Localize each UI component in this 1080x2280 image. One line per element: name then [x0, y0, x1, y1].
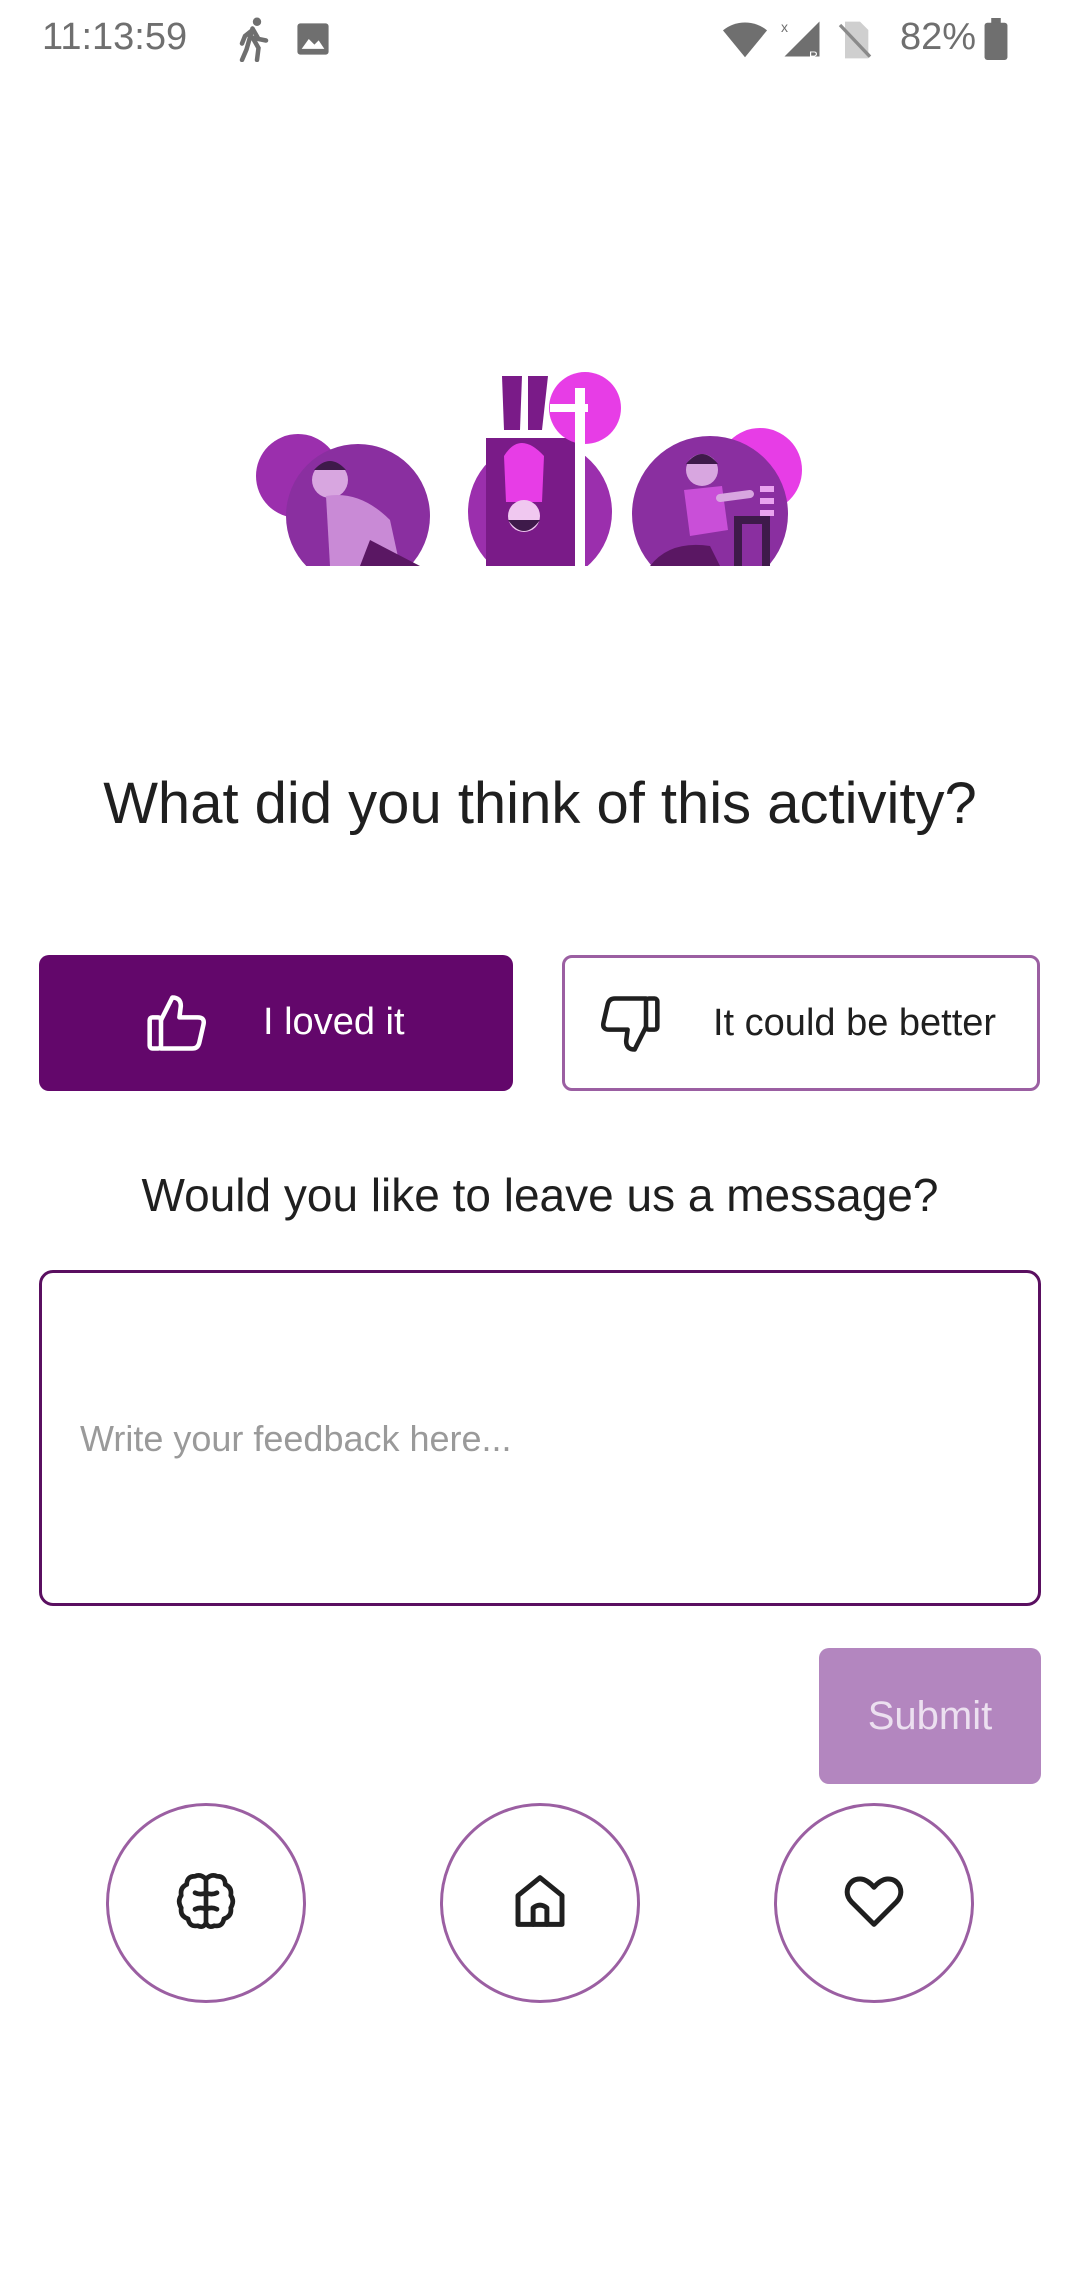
svg-text:x: x: [781, 19, 788, 35]
battery-icon: [984, 18, 1008, 65]
could-be-better-label: It could be better: [713, 1002, 997, 1044]
svg-text:R: R: [809, 49, 818, 60]
thumbs-down-icon: [595, 990, 663, 1058]
heart-icon: [841, 1868, 907, 1939]
activity-question: What did you think of this activity?: [103, 771, 977, 836]
walking-icon: [236, 16, 272, 67]
battery-percent: 82%: [899, 16, 976, 58]
loved-it-label: I loved it: [263, 1001, 405, 1043]
activity-illustration: [250, 370, 810, 592]
nav-brain-button[interactable]: [106, 1803, 306, 2003]
signal-icon: xR: [780, 18, 824, 65]
status-bar: 11:13:59 xR 82%: [0, 0, 1080, 80]
nav-home-button[interactable]: [440, 1803, 640, 2003]
feedback-field-container[interactable]: [39, 1270, 1041, 1606]
image-icon: [296, 22, 330, 61]
status-time: 11:13:59: [42, 16, 188, 58]
submit-button[interactable]: Submit: [819, 1648, 1041, 1784]
thumbs-up-icon: [144, 989, 212, 1057]
nav-heart-button[interactable]: [774, 1803, 974, 2003]
wifi-icon: [722, 20, 768, 65]
brain-icon: [173, 1868, 239, 1939]
feedback-input[interactable]: [78, 1413, 1002, 1465]
could-be-better-button[interactable]: It could be better: [562, 955, 1040, 1091]
no-sim-icon: [838, 20, 872, 65]
home-icon: [507, 1868, 573, 1939]
loved-it-button[interactable]: I loved it: [39, 955, 513, 1091]
message-question: Would you like to leave us a message?: [141, 1169, 939, 1221]
